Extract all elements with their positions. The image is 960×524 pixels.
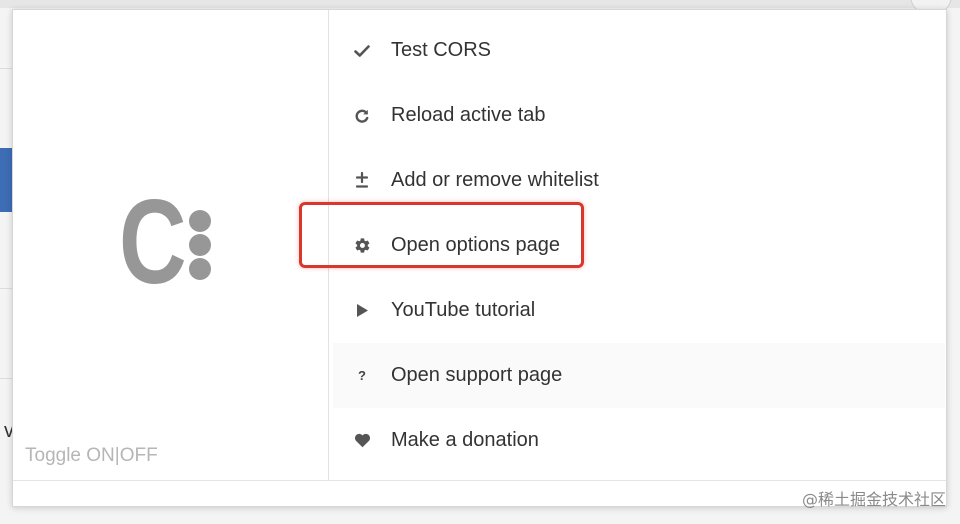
menu-item-label: Test CORS bbox=[391, 39, 492, 61]
reload-icon bbox=[333, 108, 391, 124]
menu-item-make-donation[interactable]: Make a donation bbox=[333, 408, 945, 473]
menu-item-whitelist[interactable]: Add or remove whitelist bbox=[333, 148, 945, 213]
background-page-fragment bbox=[0, 148, 12, 212]
play-icon bbox=[333, 303, 391, 318]
menu-item-label: Add or remove whitelist bbox=[391, 169, 599, 191]
menu-item-label: Make a donation bbox=[391, 429, 539, 451]
menu-item-label: Open support page bbox=[391, 364, 563, 386]
menu-item-open-support-page[interactable]: ? Open support page bbox=[333, 343, 945, 408]
background-divider bbox=[0, 68, 12, 69]
question-icon: ? bbox=[358, 368, 366, 383]
menu-item-label: Open options page bbox=[391, 234, 561, 256]
extension-popup: C Toggle ON|OFF Test CORS Reload active … bbox=[12, 9, 947, 507]
logo-dot bbox=[189, 234, 211, 256]
menu-item-open-options-page[interactable]: Open options page bbox=[333, 213, 945, 278]
menu-item-youtube-tutorial[interactable]: YouTube tutorial bbox=[333, 278, 945, 343]
menu-item-reload-active-tab[interactable]: Reload active tab bbox=[333, 83, 945, 148]
menu-item-test-cors[interactable]: Test CORS bbox=[333, 18, 945, 83]
logo-letter-c: C bbox=[119, 175, 187, 309]
screenshot-root: v C Toggle ON|OFF Test CORS Reload activ… bbox=[0, 0, 960, 524]
logo-dot bbox=[189, 258, 211, 280]
popup-footer-divider bbox=[13, 480, 946, 481]
plus-minus-icon bbox=[333, 172, 391, 189]
browser-toolbar-background bbox=[0, 0, 960, 8]
background-divider bbox=[0, 288, 12, 289]
logo-dot bbox=[189, 210, 211, 232]
toggle-on-off-label[interactable]: Toggle ON|OFF bbox=[25, 445, 158, 467]
heart-icon bbox=[333, 433, 391, 448]
watermark-text: @稀土掘金技术社区 bbox=[801, 490, 946, 509]
gear-icon bbox=[333, 237, 391, 254]
popup-menu: Test CORS Reload active tab Add or remov… bbox=[333, 18, 945, 473]
menu-item-label: Reload active tab bbox=[391, 104, 546, 126]
cors-logo: C bbox=[119, 182, 239, 310]
check-icon bbox=[333, 44, 391, 58]
background-divider bbox=[0, 378, 12, 379]
toggle-panel[interactable]: C Toggle ON|OFF bbox=[13, 10, 329, 480]
menu-item-label: YouTube tutorial bbox=[391, 299, 536, 321]
